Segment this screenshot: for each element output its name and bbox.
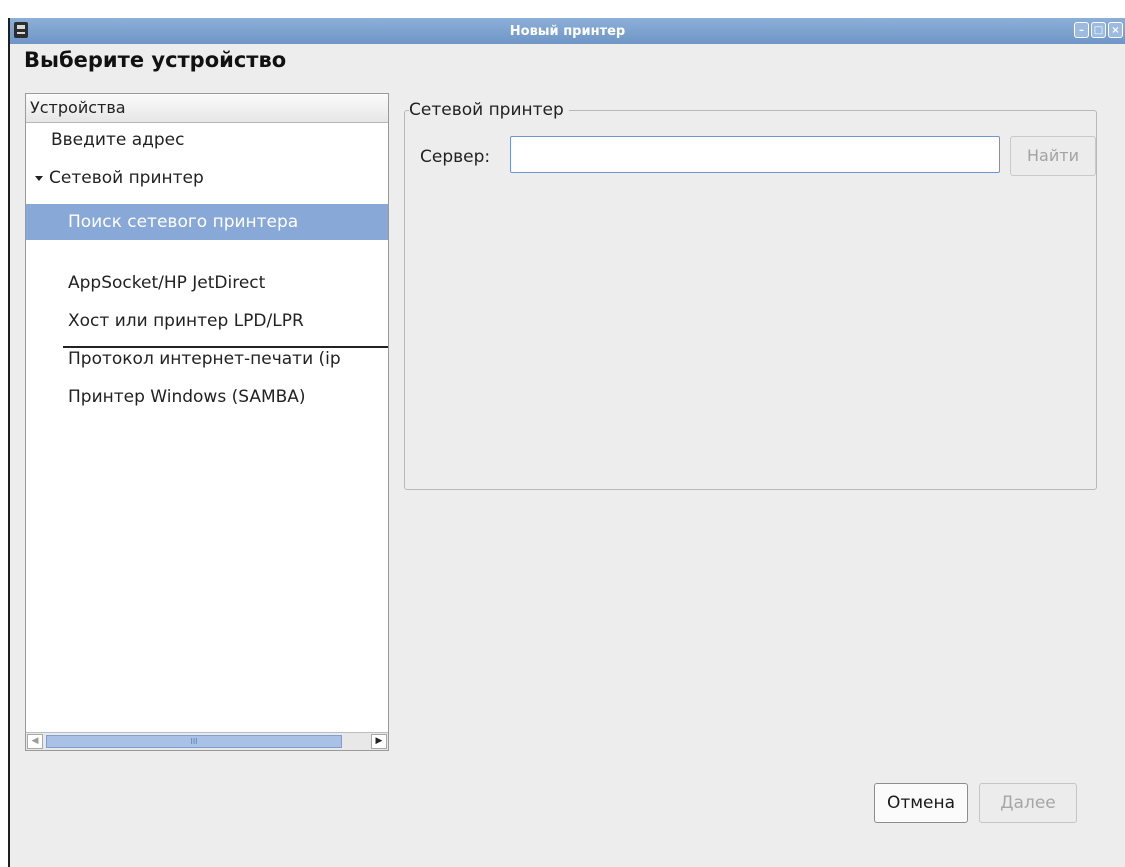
- tree-item-enter-address[interactable]: Введите адрес: [26, 122, 388, 158]
- tree-item-appsocket[interactable]: AppSocket/HP JetDirect: [26, 265, 388, 301]
- tree-item-label: Поиск сетевого принтера: [68, 212, 299, 232]
- window-title: Новый принтер: [509, 23, 626, 39]
- window-controls: – □ ×: [1074, 22, 1123, 38]
- tree-item-lpd-lpr[interactable]: Хост или принтер LPD/LPR: [26, 303, 388, 339]
- tree-item-label: Принтер Windows (SAMBA): [68, 387, 306, 407]
- tree-item-label: Хост или принтер LPD/LPR: [68, 311, 304, 331]
- server-input[interactable]: [510, 136, 1000, 173]
- horizontal-scrollbar[interactable]: ◀ III ▶: [26, 732, 388, 750]
- cancel-button[interactable]: Отмена: [874, 783, 968, 823]
- maximize-button[interactable]: □: [1091, 22, 1106, 38]
- tree-item-ipp[interactable]: Протокол интернет-печати (ip: [26, 341, 388, 377]
- close-button[interactable]: ×: [1108, 22, 1123, 38]
- scrollbar-thumb[interactable]: III: [46, 735, 342, 748]
- title-bar[interactable]: Новый принтер – □ ×: [10, 18, 1125, 44]
- tree-item-label: AppSocket/HP JetDirect: [68, 273, 266, 293]
- frame-legend: Сетевой принтер: [409, 100, 569, 120]
- tree-item-network-printer[interactable]: Сетевой принтер: [26, 160, 388, 196]
- scroll-right-icon[interactable]: ▶: [371, 734, 387, 749]
- page-title: Выберите устройство: [24, 48, 287, 72]
- tree-column-header[interactable]: Устройства: [26, 94, 388, 123]
- scroll-left-icon[interactable]: ◀: [27, 734, 43, 749]
- expander-arrow-icon[interactable]: [35, 175, 43, 181]
- server-label: Сервер:: [420, 147, 491, 167]
- minimize-button[interactable]: –: [1074, 22, 1089, 38]
- tree-item-samba[interactable]: Принтер Windows (SAMBA): [26, 379, 388, 415]
- find-button[interactable]: Найти: [1010, 136, 1096, 176]
- device-tree[interactable]: Устройства Введите адрес Сетевой принтер…: [25, 93, 389, 751]
- scrollbar-grip: III: [190, 737, 198, 746]
- next-button[interactable]: Далее: [979, 783, 1077, 823]
- tree-item-label: Введите адрес: [51, 130, 185, 150]
- tree-item-label: Протокол интернет-печати (ip: [68, 349, 341, 369]
- tree-item-label: Сетевой принтер: [49, 168, 204, 188]
- printer-icon: [14, 22, 28, 38]
- tree-item-find-network-printer[interactable]: Поиск сетевого принтера: [26, 204, 388, 240]
